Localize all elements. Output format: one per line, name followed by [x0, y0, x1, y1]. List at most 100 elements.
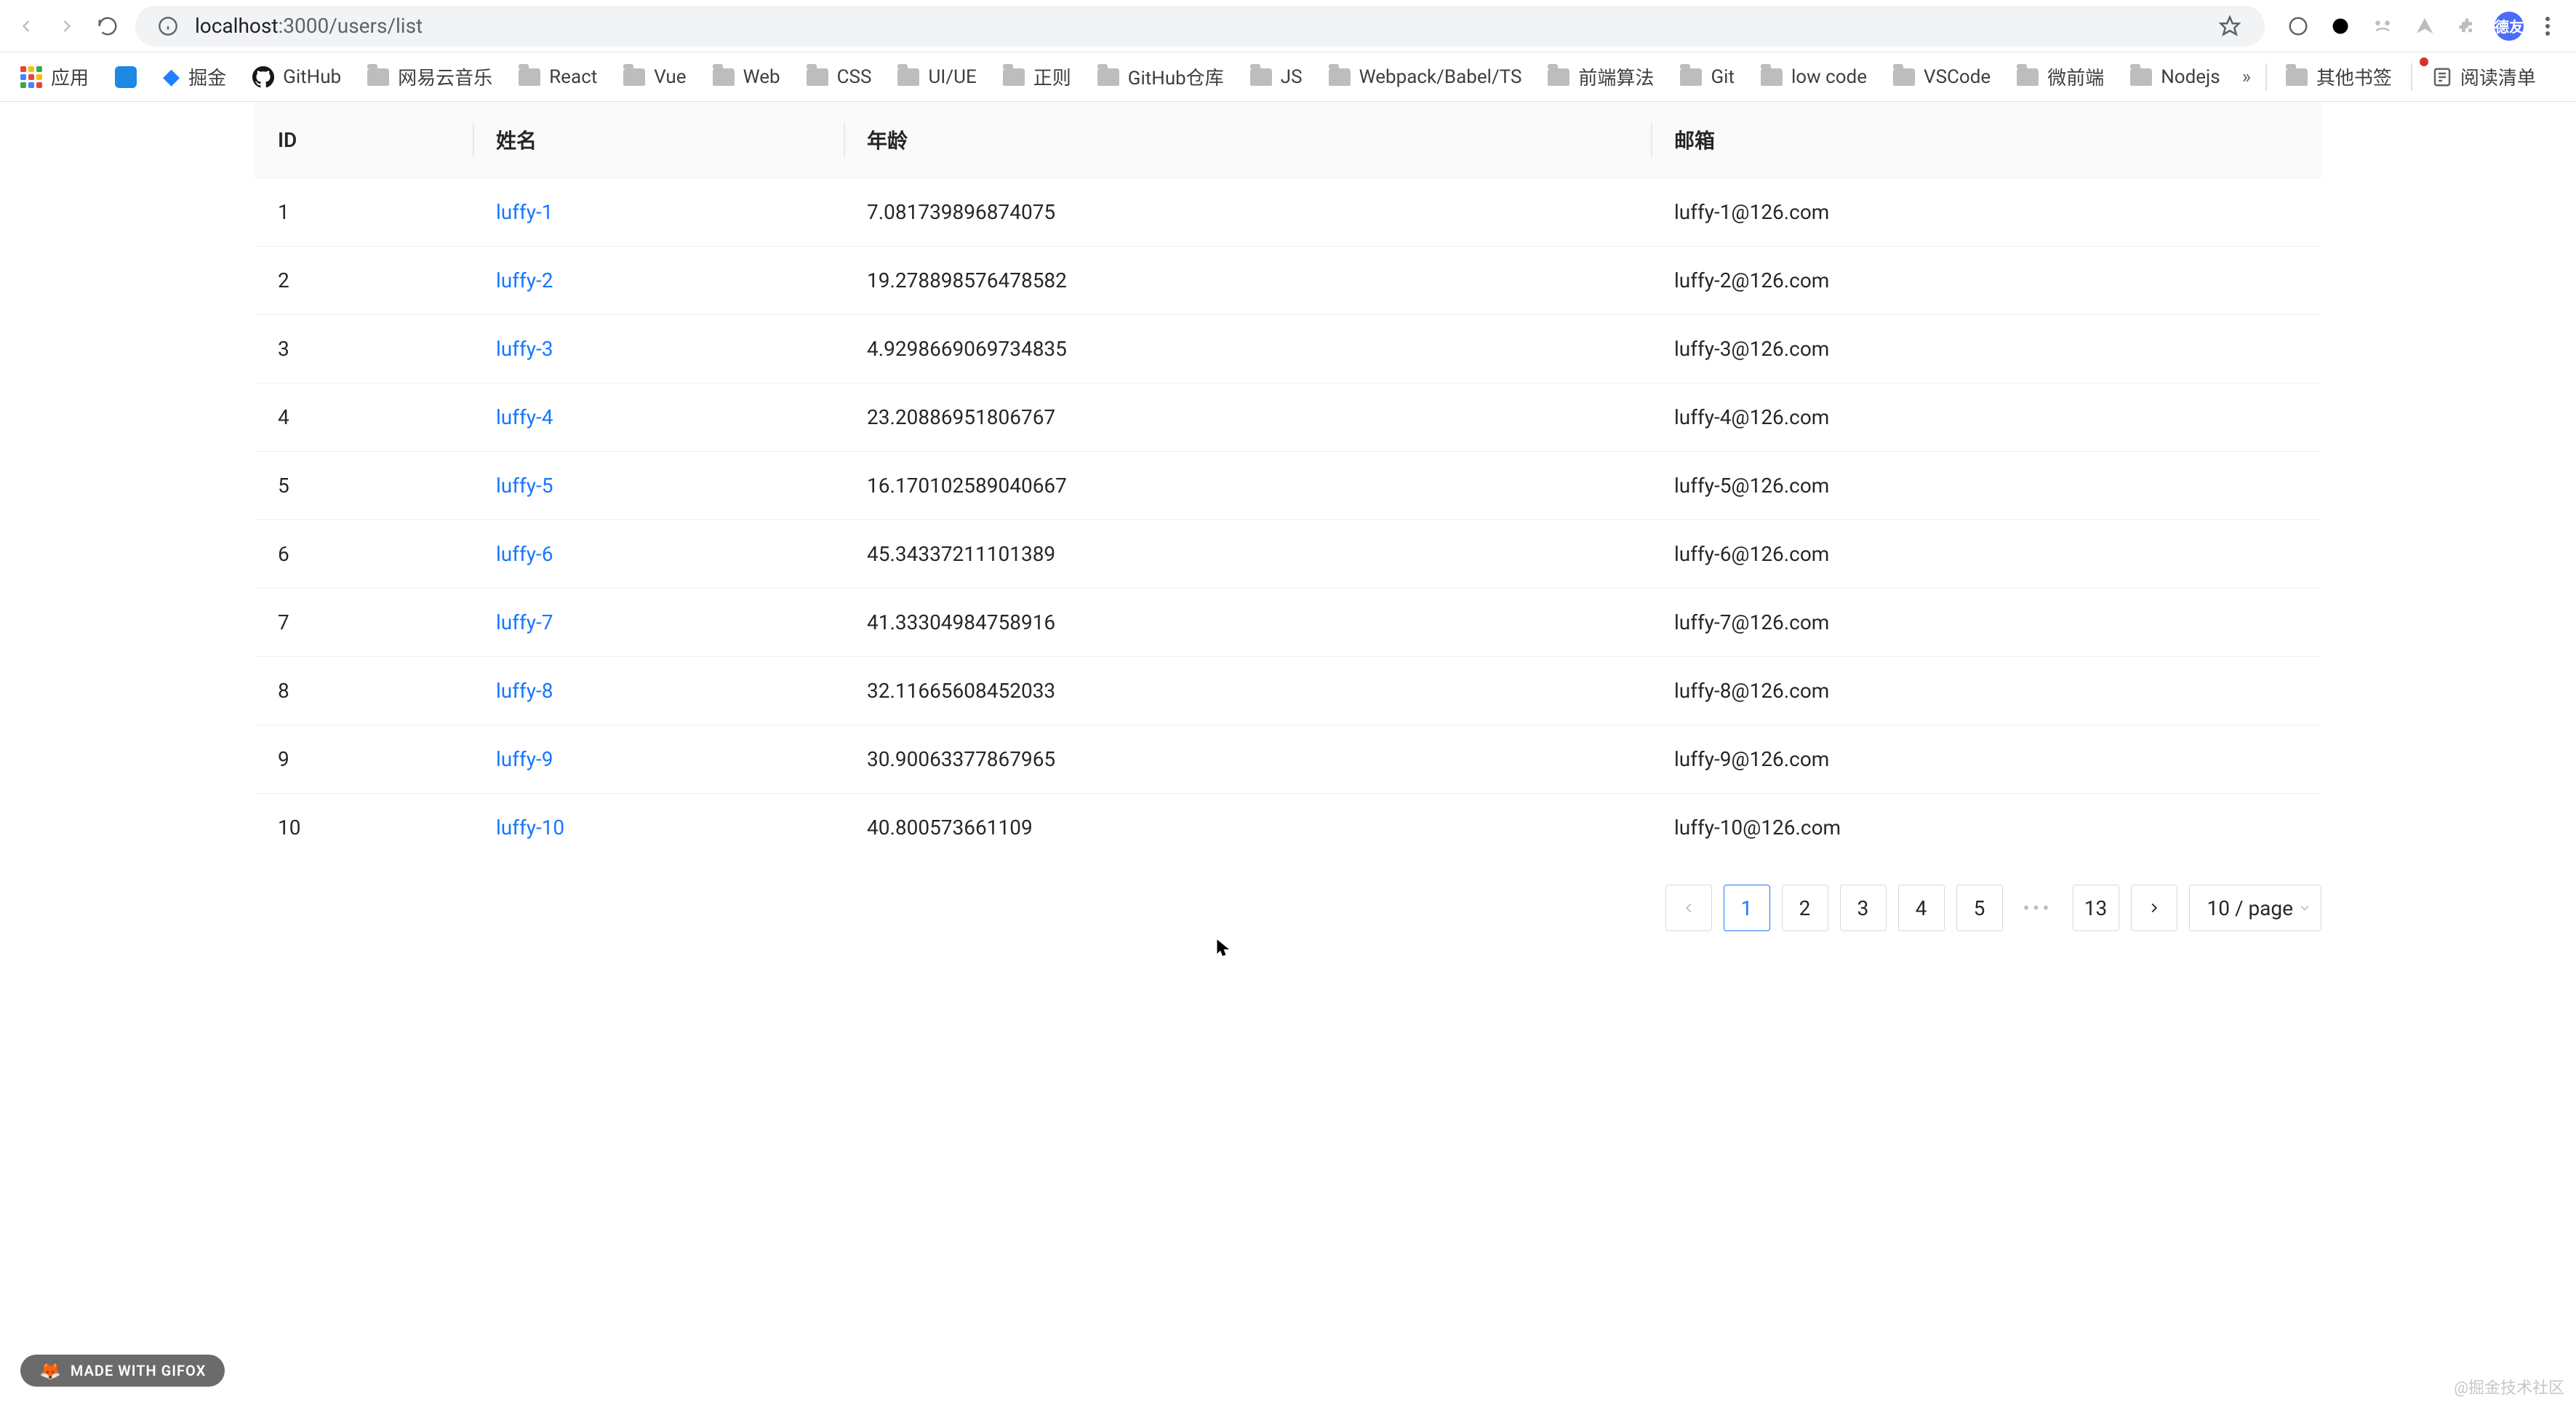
bookmark-apps[interactable]: 应用 [10, 59, 99, 95]
bookmark-github[interactable]: GitHub [242, 62, 351, 92]
cell-email: luffy-9@126.com [1651, 725, 2321, 794]
bookmark-folder[interactable]: Web [703, 62, 791, 92]
bookmark-label: CSS [837, 66, 872, 88]
bookmark-label: VSCode [1924, 66, 1991, 88]
cell-id: 5 [255, 452, 473, 520]
profile-avatar[interactable]: 德友 [2495, 12, 2524, 41]
bookmark-folder[interactable]: low code [1751, 62, 1877, 92]
pagination-size-select[interactable]: 10 / page [2189, 885, 2321, 931]
cell-name: luffy-4 [473, 383, 844, 452]
cell-email: luffy-1@126.com [1651, 178, 2321, 247]
cell-id: 6 [255, 520, 473, 589]
bookmark-folder[interactable]: Nodejs [2120, 62, 2230, 92]
bookmark-folder[interactable]: Git [1670, 62, 1745, 92]
cell-age: 23.20886951806767 [844, 383, 1651, 452]
user-name-link[interactable]: luffy-4 [496, 405, 553, 429]
user-name-link[interactable]: luffy-3 [496, 337, 553, 361]
bookmark-label: 阅读清单 [2460, 63, 2536, 90]
pagination-page[interactable]: 4 [1898, 885, 1945, 931]
reload-button[interactable] [87, 6, 128, 47]
bookmark-star-icon[interactable] [2215, 12, 2244, 41]
pagination-prev[interactable] [1665, 885, 1712, 931]
pagination-page-label: 4 [1916, 896, 1927, 920]
site-info-icon[interactable] [156, 14, 180, 39]
bookmark-item[interactable] [105, 62, 147, 92]
browser-menu-button[interactable] [2537, 17, 2559, 36]
chevron-right-icon [2146, 900, 2162, 916]
bookmark-label: 掘金 [188, 63, 226, 90]
cell-name: luffy-5 [473, 452, 844, 520]
fox-icon: 🦊 [39, 1360, 62, 1381]
table-row: 6 luffy-6 45.34337211101389luffy-6@126.com [255, 520, 2321, 589]
col-header-age[interactable]: 年龄 [844, 102, 1651, 178]
bookmark-label: GitHub仓库 [1128, 63, 1224, 90]
user-name-link[interactable]: luffy-6 [496, 542, 553, 566]
table-row: 8luffy-832.11665608452033luffy-8@126.com [255, 657, 2321, 725]
bookmark-juejin[interactable]: ◆掘金 [153, 59, 236, 95]
cell-age: 45.34337211101389 [844, 520, 1651, 589]
user-name-link[interactable]: luffy-5 [496, 474, 553, 498]
pagination-page[interactable]: 3 [1840, 885, 1887, 931]
folder-icon [897, 68, 919, 86]
notification-dot-icon [2420, 57, 2428, 66]
pagination-page[interactable]: 1 [1724, 885, 1770, 931]
bookmark-folder[interactable]: Vue [613, 62, 696, 92]
pagination-last[interactable]: 13 [2073, 885, 2119, 931]
cell-name: luffy-6 [473, 520, 844, 589]
bookmark-folder[interactable]: 网易云音乐 [357, 59, 503, 95]
extension-2-icon[interactable] [2326, 12, 2355, 41]
user-name-link[interactable]: luffy-8 [496, 679, 553, 703]
user-name-link[interactable]: luffy-1 [496, 200, 553, 224]
bookmark-other[interactable]: 其他书签 [2276, 59, 2402, 95]
cell-email: luffy-6@126.com [1651, 520, 2321, 589]
bookmark-reading-list[interactable]: 阅读清单 [2421, 59, 2546, 95]
bookmark-folder[interactable]: 前端算法 [1537, 59, 1664, 95]
chevron-left-icon [1681, 900, 1697, 916]
cell-email: luffy-5@126.com [1651, 452, 2321, 520]
table-row: 10luffy-1040.800573661109luffy-10@126.co… [255, 794, 2321, 862]
extension-4-icon[interactable] [2410, 12, 2439, 41]
bookmark-folder[interactable]: Webpack/Babel/TS [1319, 62, 1532, 92]
pagination-last-label: 13 [2084, 896, 2107, 920]
bookmark-folder[interactable]: UI/UE [887, 62, 986, 92]
bookmark-folder[interactable]: CSS [796, 62, 882, 92]
avatar-label: 德友 [2495, 15, 2524, 36]
bookmark-overflow[interactable]: » [2236, 66, 2257, 88]
bookmark-label: 网易云音乐 [398, 63, 492, 90]
user-name-link[interactable]: luffy-9 [496, 747, 553, 771]
cell-email: luffy-3@126.com [1651, 315, 2321, 383]
table-row: 4luffy-423.20886951806767luffy-4@126.com [255, 383, 2321, 452]
col-header-name[interactable]: 姓名 [473, 102, 844, 178]
back-button[interactable] [6, 6, 47, 47]
bookmark-folder[interactable]: 微前端 [2007, 59, 2114, 95]
folder-icon [1003, 68, 1025, 86]
col-header-id[interactable]: ID [255, 102, 473, 178]
cell-email: luffy-4@126.com [1651, 383, 2321, 452]
bookmark-folder[interactable]: 正则 [993, 59, 1081, 95]
pagination-page[interactable]: 2 [1782, 885, 1828, 931]
forward-button[interactable] [47, 6, 87, 47]
bookmark-folder[interactable]: GitHub仓库 [1087, 59, 1234, 95]
bookmark-label: UI/UE [928, 66, 976, 88]
pagination-page[interactable]: 5 [1956, 885, 2003, 931]
extension-3-icon[interactable] [2368, 12, 2397, 41]
pagination-size-label: 10 / page [2207, 896, 2293, 920]
user-name-link[interactable]: luffy-2 [496, 268, 553, 292]
cell-id: 8 [255, 657, 473, 725]
pagination-next[interactable] [2131, 885, 2177, 931]
folder-icon [2017, 68, 2039, 86]
extension-1-icon[interactable] [2284, 12, 2313, 41]
user-name-link[interactable]: luffy-7 [496, 610, 553, 634]
user-name-link[interactable]: luffy-10 [496, 816, 564, 840]
bookmark-folder[interactable]: VSCode [1883, 62, 2001, 92]
folder-icon [519, 68, 540, 86]
col-header-email[interactable]: 邮箱 [1651, 102, 2321, 178]
bookmark-folder[interactable]: JS [1240, 62, 1313, 92]
pagination-ellipsis[interactable]: ••• [2015, 885, 2061, 931]
folder-icon [1761, 68, 1783, 86]
folder-icon [1329, 68, 1351, 86]
bookmark-folder[interactable]: React [508, 62, 607, 92]
bookmark-label: 微前端 [2047, 63, 2104, 90]
url-box[interactable]: localhost :3000/users/list [135, 6, 2265, 47]
extensions-puzzle-icon[interactable] [2452, 12, 2481, 41]
